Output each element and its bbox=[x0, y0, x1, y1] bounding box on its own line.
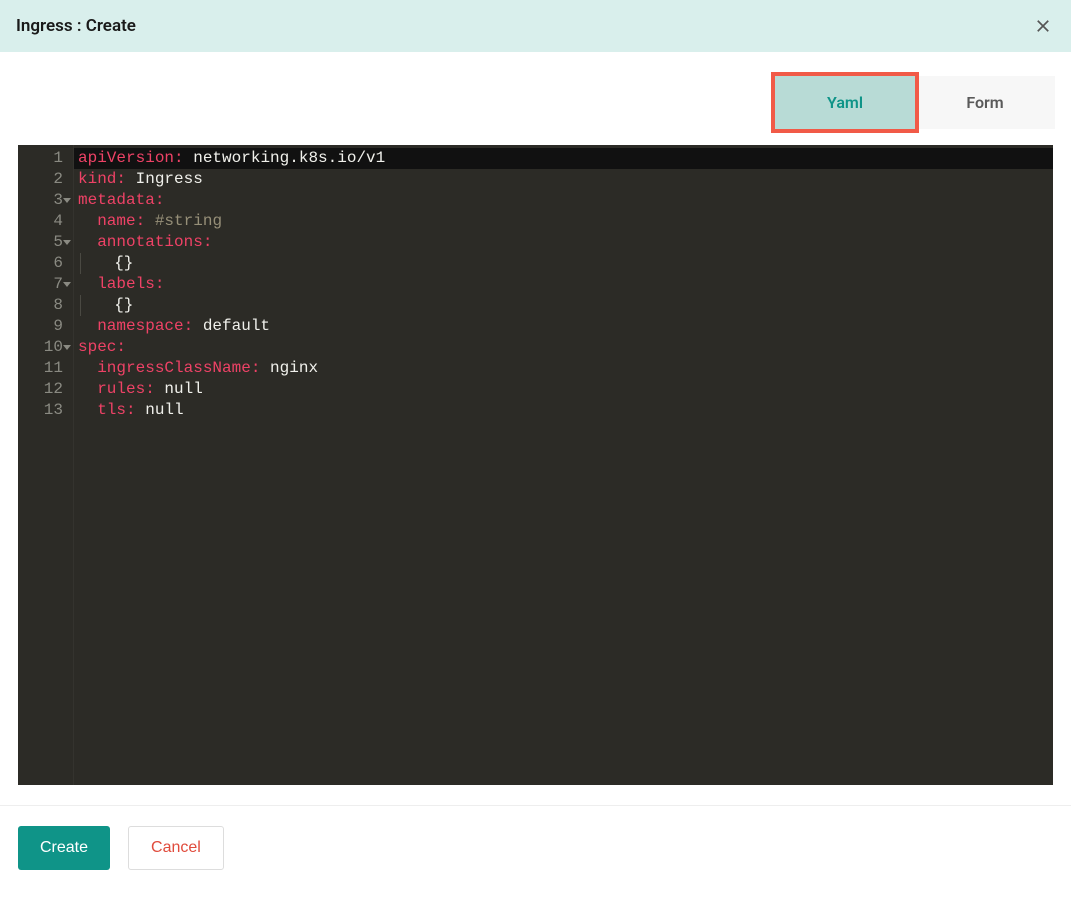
close-icon bbox=[1034, 17, 1052, 35]
line-number: 8 bbox=[18, 295, 73, 316]
line-number: 13 bbox=[18, 400, 73, 421]
yaml-value: {} bbox=[114, 296, 133, 314]
cancel-button[interactable]: Cancel bbox=[128, 826, 224, 870]
yaml-key: spec: bbox=[78, 338, 126, 356]
dialog-header: Ingress : Create bbox=[0, 0, 1071, 52]
yaml-value: null bbox=[155, 380, 203, 398]
tab-label: Yaml bbox=[827, 93, 863, 112]
line-number: 7 bbox=[18, 274, 73, 295]
yaml-key: rules: bbox=[97, 380, 155, 398]
code-line[interactable]: metadata: bbox=[74, 190, 1053, 211]
code-line[interactable]: {} bbox=[74, 253, 1053, 274]
yaml-editor[interactable]: 12345678910111213 apiVersion: networking… bbox=[18, 145, 1053, 785]
indent-guide bbox=[80, 295, 81, 316]
dialog-footer: Create Cancel bbox=[0, 805, 1071, 890]
button-label: Create bbox=[40, 839, 88, 857]
yaml-value: {} bbox=[114, 254, 133, 272]
line-number: 1 bbox=[18, 148, 73, 169]
yaml-key: kind: bbox=[78, 170, 126, 188]
yaml-key: metadata: bbox=[78, 191, 164, 209]
tab-yaml[interactable]: Yaml bbox=[775, 76, 915, 129]
yaml-key: labels: bbox=[97, 275, 164, 293]
code-line[interactable]: namespace: default bbox=[74, 316, 1053, 337]
tab-form[interactable]: Form bbox=[915, 76, 1055, 129]
yaml-key: tls: bbox=[97, 401, 135, 419]
yaml-key: namespace: bbox=[97, 317, 193, 335]
yaml-key: annotations: bbox=[97, 233, 212, 251]
yaml-comment: #string bbox=[155, 212, 222, 230]
code-line[interactable]: rules: null bbox=[74, 379, 1053, 400]
yaml-value bbox=[78, 233, 97, 251]
line-number: 3 bbox=[18, 190, 73, 211]
yaml-value bbox=[78, 317, 97, 335]
dialog-title: Ingress : Create bbox=[16, 16, 136, 36]
editor-code[interactable]: apiVersion: networking.k8s.io/v1kind: In… bbox=[74, 145, 1053, 785]
code-line[interactable]: {} bbox=[74, 295, 1053, 316]
close-button[interactable] bbox=[1031, 14, 1055, 38]
code-line[interactable]: spec: bbox=[74, 337, 1053, 358]
yaml-value: networking.k8s.io/v1 bbox=[184, 149, 386, 167]
yaml-value bbox=[78, 275, 97, 293]
yaml-value bbox=[78, 401, 97, 419]
yaml-key: ingressClassName: bbox=[97, 359, 260, 377]
line-number: 9 bbox=[18, 316, 73, 337]
yaml-key: name: bbox=[97, 212, 145, 230]
code-line[interactable]: ingressClassName: nginx bbox=[74, 358, 1053, 379]
line-number: 6 bbox=[18, 253, 73, 274]
yaml-value bbox=[78, 212, 97, 230]
code-line[interactable]: labels: bbox=[74, 274, 1053, 295]
yaml-key: apiVersion: bbox=[78, 149, 184, 167]
yaml-value: nginx bbox=[260, 359, 318, 377]
button-label: Cancel bbox=[151, 839, 201, 857]
line-number: 11 bbox=[18, 358, 73, 379]
code-line[interactable]: name: #string bbox=[74, 211, 1053, 232]
code-line[interactable]: apiVersion: networking.k8s.io/v1 bbox=[74, 148, 1053, 169]
yaml-value: default bbox=[193, 317, 270, 335]
line-number: 2 bbox=[18, 169, 73, 190]
line-number: 4 bbox=[18, 211, 73, 232]
editor-gutter: 12345678910111213 bbox=[18, 145, 74, 785]
tab-label: Form bbox=[966, 93, 1003, 112]
tabs: Yaml Form bbox=[0, 52, 1071, 145]
line-number: 10 bbox=[18, 337, 73, 358]
line-number: 12 bbox=[18, 379, 73, 400]
yaml-value bbox=[78, 380, 97, 398]
indent-guide bbox=[80, 253, 81, 274]
yaml-value: null bbox=[136, 401, 184, 419]
code-line[interactable]: tls: null bbox=[74, 400, 1053, 421]
yaml-value bbox=[145, 212, 155, 230]
code-line[interactable]: annotations: bbox=[74, 232, 1053, 253]
code-line[interactable]: kind: Ingress bbox=[74, 169, 1053, 190]
yaml-value: Ingress bbox=[126, 170, 203, 188]
create-button[interactable]: Create bbox=[18, 826, 110, 870]
yaml-value bbox=[78, 359, 97, 377]
line-number: 5 bbox=[18, 232, 73, 253]
